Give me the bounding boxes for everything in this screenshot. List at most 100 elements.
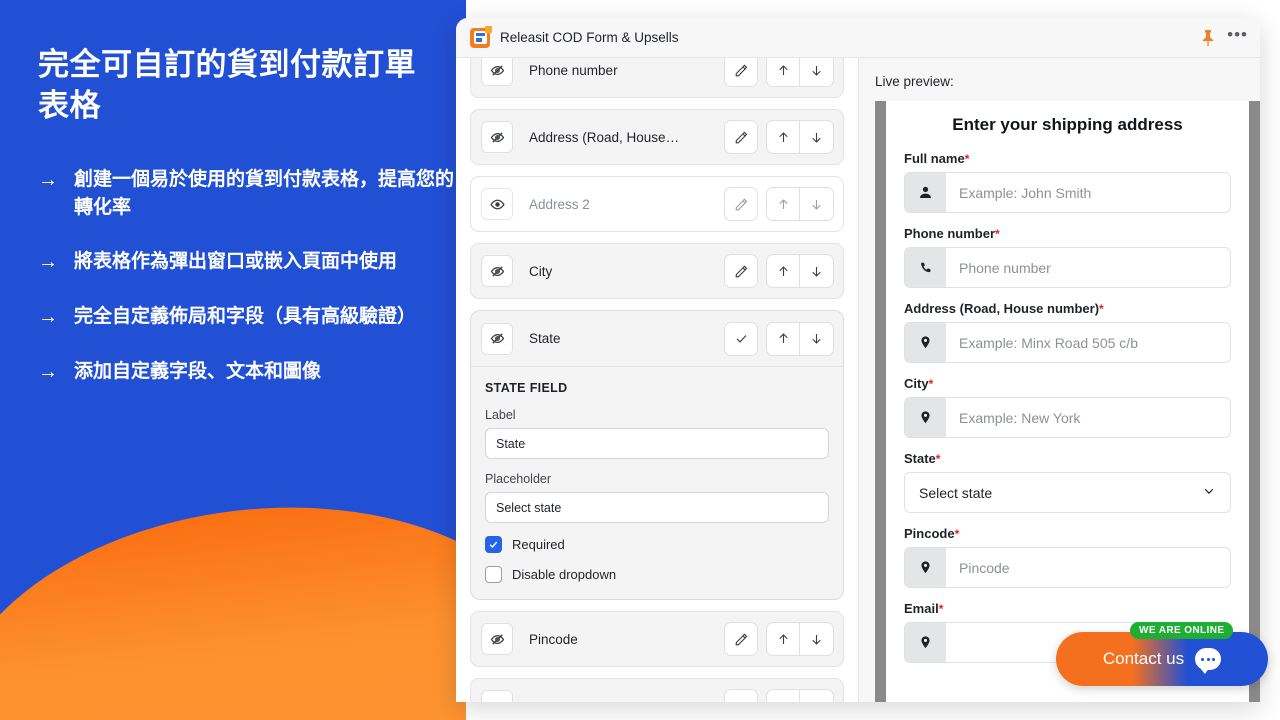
required-checkbox-row[interactable]: Required [485, 536, 829, 553]
field-row-pincode[interactable]: Pincode [470, 611, 844, 667]
field-row-phone-number[interactable]: Phone number [470, 58, 844, 98]
field-row-city[interactable]: City [470, 243, 844, 299]
pencil-icon[interactable] [724, 622, 758, 656]
contact-us-button[interactable]: Contact us [1056, 632, 1268, 686]
arrow-down-icon[interactable] [800, 58, 834, 87]
checkbox-unchecked-icon[interactable] [485, 566, 502, 583]
eye-off-icon[interactable] [481, 623, 513, 655]
section-title: STATE FIELD [485, 381, 568, 395]
arrow-up-icon[interactable] [766, 321, 800, 356]
promo-panel: 完全可自訂的貨到付款訂單表格 → 創建一個易於使用的貨到付款表格，提高您的轉化率… [0, 0, 466, 720]
label-input[interactable]: State [485, 428, 829, 459]
preview-select-state[interactable]: Select state [904, 472, 1231, 513]
more-options-icon[interactable]: ••• [1227, 26, 1248, 45]
label-field-caption: Label [485, 408, 516, 422]
status-badge: WE ARE ONLINE [1130, 622, 1234, 639]
reorder-buttons [766, 321, 834, 356]
person-icon [905, 173, 946, 212]
arrow-up-icon[interactable] [766, 689, 800, 702]
arrow-up-icon[interactable] [766, 120, 800, 154]
required-asterisk: * [1099, 302, 1104, 316]
arrow-up-icon[interactable] [766, 254, 800, 288]
location-pin-icon [905, 398, 946, 437]
preview-placeholder: Pincode [959, 559, 1010, 576]
preview-placeholder: Example: Minx Road 505 c/b [959, 334, 1138, 351]
eye-off-icon[interactable] [481, 58, 513, 86]
arrow-down-icon[interactable] [800, 689, 834, 702]
arrow-right-icon: → [38, 169, 58, 192]
field-row-address[interactable]: Address (Road, House… [470, 109, 844, 165]
arrow-down-icon[interactable] [800, 254, 834, 288]
device-left-bezel [875, 101, 886, 702]
disable-dropdown-checkbox-row[interactable]: Disable dropdown [485, 566, 829, 583]
promo-bullet-list: → 創建一個易於使用的貨到付款表格，提高您的轉化率 → 將表格作為彈出窗口或嵌入… [38, 166, 458, 387]
screenshot-root: 完全可自訂的貨到付款訂單表格 → 創建一個易於使用的貨到付款表格，提高您的轉化率… [0, 0, 1280, 720]
preview-label-phone-number: Phone number* [904, 226, 1000, 241]
arrow-right-icon: → [38, 361, 58, 384]
preview-select-value: Select state [919, 484, 993, 501]
field-label: State [529, 331, 561, 346]
field-row-address-2[interactable]: Address 2 [470, 176, 844, 232]
live-preview-heading: Live preview: [875, 74, 954, 89]
pencil-icon[interactable] [724, 120, 758, 154]
preview-form-title: Enter your shipping address [952, 115, 1183, 134]
reorder-buttons [766, 187, 834, 221]
arrow-down-icon[interactable] [800, 622, 834, 656]
eye-icon[interactable] [481, 188, 513, 220]
required-asterisk: * [935, 452, 941, 466]
field-label: Pincode [529, 631, 578, 647]
field-card-header[interactable]: State [471, 311, 843, 367]
reorder-buttons [766, 689, 834, 702]
pencil-icon[interactable] [724, 689, 758, 702]
promo-title: 完全可自訂的貨到付款訂單表格 [38, 47, 416, 124]
pin-icon[interactable] [1199, 28, 1217, 48]
arrow-down-icon[interactable] [800, 120, 834, 154]
eye-off-icon[interactable] [481, 322, 513, 355]
preview-input-phone-number[interactable]: Phone number [904, 247, 1231, 288]
preview-label-pincode: Pincode* [904, 526, 960, 541]
required-asterisk: * [995, 227, 1000, 241]
required-asterisk: * [928, 377, 934, 391]
pencil-icon[interactable] [724, 187, 758, 221]
window-title: Releasit COD Form & Upsells [500, 30, 679, 45]
required-asterisk: * [954, 527, 960, 541]
preview-label-full-name: Full name* [904, 151, 970, 166]
eye-off-icon[interactable] [481, 121, 513, 153]
bullet-text: 完全自定義佈局和字段（具有高級驗證） [74, 306, 417, 328]
preview-input-full-name[interactable]: Example: John Smith [904, 172, 1231, 213]
placeholder-input[interactable]: Select state [485, 492, 829, 523]
preview-placeholder: Phone number [959, 259, 1051, 276]
contact-widget[interactable]: Contact us WE ARE ONLINE [1056, 622, 1268, 686]
preview-input-pincode[interactable]: Pincode [904, 547, 1231, 588]
orange-wave-decoration [0, 475, 466, 720]
live-preview-pane: Live preview: Enter your shipping addres… [859, 58, 1260, 702]
location-pin-icon [905, 323, 946, 362]
preview-form: Enter your shipping address Full name* E… [886, 101, 1249, 702]
preview-input-address[interactable]: Example: Minx Road 505 c/b [904, 322, 1231, 363]
arrow-down-icon[interactable] [800, 187, 834, 221]
arrow-up-icon[interactable] [766, 58, 800, 87]
bullet-text: 添加自定義字段、文本和圖像 [74, 361, 322, 383]
field-label: Address 2 [529, 196, 590, 212]
arrow-up-icon[interactable] [766, 187, 800, 221]
chat-bubble-icon [1195, 648, 1222, 674]
disable-dropdown-label: Disable dropdown [512, 567, 617, 582]
arrow-down-icon[interactable] [800, 321, 834, 356]
arrow-up-icon[interactable] [766, 622, 800, 656]
arrow-right-icon: → [38, 306, 58, 329]
preview-label-address: Address (Road, House number)* [904, 301, 1104, 316]
location-pin-icon [905, 548, 946, 587]
app-window: Releasit COD Form & Upsells ••• Phone nu… [456, 18, 1260, 702]
eye-off-icon[interactable] [481, 690, 513, 702]
device-right-bezel [1249, 101, 1260, 702]
check-icon[interactable] [724, 321, 758, 356]
required-label: Required [512, 537, 565, 552]
preview-input-city[interactable]: Example: New York [904, 397, 1231, 438]
list-item: → 添加自定義字段、文本和圖像 [38, 358, 458, 387]
checkbox-checked-icon[interactable] [485, 536, 502, 553]
pencil-icon[interactable] [724, 254, 758, 288]
pencil-icon[interactable] [724, 58, 758, 87]
field-row-next-partial[interactable] [470, 678, 844, 702]
eye-off-icon[interactable] [481, 255, 513, 287]
field-card-state-expanded: State STATE FIELD Label State Placeholde… [470, 310, 844, 600]
